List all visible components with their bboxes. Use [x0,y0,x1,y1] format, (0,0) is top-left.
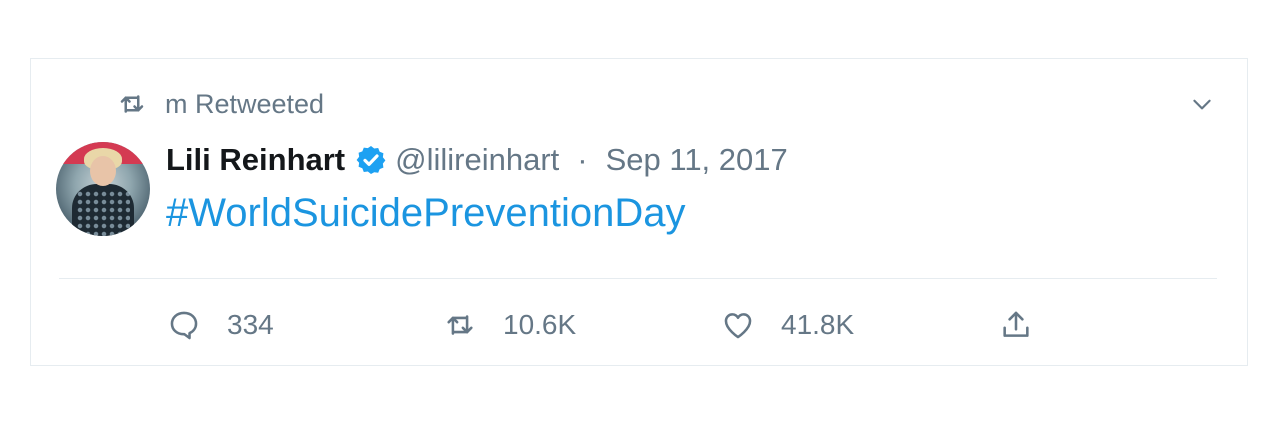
retweet-context: m Retweeted [117,87,324,121]
tweet-hashtag-link[interactable]: #WorldSuicidePreventionDay [166,191,686,236]
share-button[interactable] [999,305,1033,345]
retweet-icon [447,315,473,335]
user-handle[interactable]: @lilireinhart [395,142,559,178]
reply-count: 334 [227,309,274,340]
tweet-header: Lili Reinhart @lilireinhart · Sep 11, 20… [166,139,788,181]
like-count: 41.8K [781,309,855,340]
like-button[interactable]: 41.8K [721,305,854,345]
share-icon [1003,311,1029,337]
chevron-down-icon[interactable] [1189,91,1215,117]
heart-icon [724,313,752,339]
tweet-card[interactable]: m Retweeted Lili Reinhart @lilireinhart … [30,58,1248,366]
retweet-context-label[interactable]: m Retweeted [165,89,324,120]
verified-badge-icon [356,146,386,174]
divider [59,278,1217,279]
display-name[interactable]: Lili Reinhart [166,142,345,178]
reply-icon [170,311,198,340]
reply-button[interactable]: 334 [167,305,274,345]
tweet-date[interactable]: Sep 11, 2017 [606,142,788,178]
avatar[interactable] [56,142,150,236]
retweet-button[interactable]: 10.6K [443,305,576,345]
retweet-icon [120,95,144,113]
retweet-count: 10.6K [503,309,577,340]
header-separator: · [577,142,588,177]
